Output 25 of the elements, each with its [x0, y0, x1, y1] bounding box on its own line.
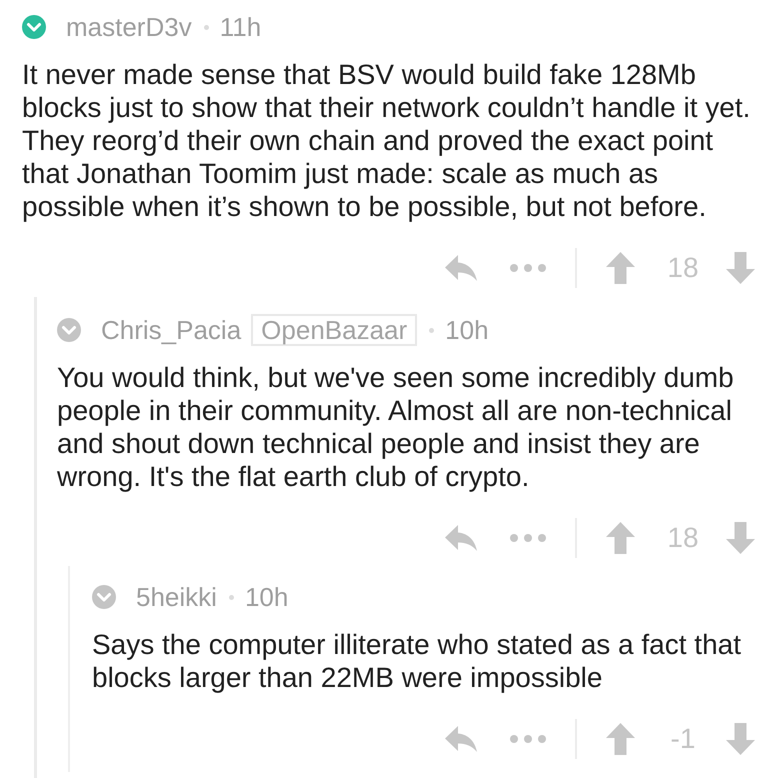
more-options-icon[interactable] — [510, 735, 546, 743]
reply-icon[interactable] — [445, 254, 477, 282]
vote-score: -1 — [670, 723, 696, 755]
downvote-arrow-icon[interactable] — [726, 522, 755, 554]
downvote-arrow-icon[interactable] — [726, 723, 755, 755]
flair-badge: OpenBazaar — [251, 314, 418, 346]
reply-icon[interactable] — [445, 524, 477, 552]
username[interactable]: Chris_Pacia — [101, 315, 242, 345]
more-options-icon[interactable] — [510, 534, 546, 542]
comment-text: It never made sense that BSV would build fake 128Mb blocks just to show that their network couldn’t handle it yet. They reorg’d their own chain and proved the exact point that Jonathan Toomim just made: scale as much as possible when it’s shown to be possible, but not before. — [22, 58, 752, 223]
vote-score: 18 — [667, 522, 699, 554]
username[interactable]: 5heikki — [136, 582, 217, 612]
reply-icon[interactable] — [445, 725, 477, 753]
vote-score: 18 — [667, 252, 699, 284]
comment-text: You would think, but we've seen some incredibly dumb people in their community. Almost all are non-technical and shout down technical people and insist they are wrong. It's the flat earth club of crypto. — [57, 361, 735, 493]
timestamp: 10h — [445, 315, 489, 345]
comment-text: Says the computer illiterate who stated as a fact that blocks larger than 22MB were impossible — [92, 628, 742, 694]
timestamp: 11h — [220, 12, 262, 42]
upvote-arrow-icon[interactable] — [606, 723, 635, 755]
username[interactable]: masterD3v — [66, 12, 192, 42]
timestamp: 10h — [244, 582, 288, 612]
downvote-arrow-icon[interactable] — [726, 252, 755, 284]
more-options-icon[interactable] — [510, 264, 546, 272]
upvote-arrow-icon[interactable] — [606, 522, 635, 554]
upvote-arrow-icon[interactable] — [606, 252, 635, 284]
